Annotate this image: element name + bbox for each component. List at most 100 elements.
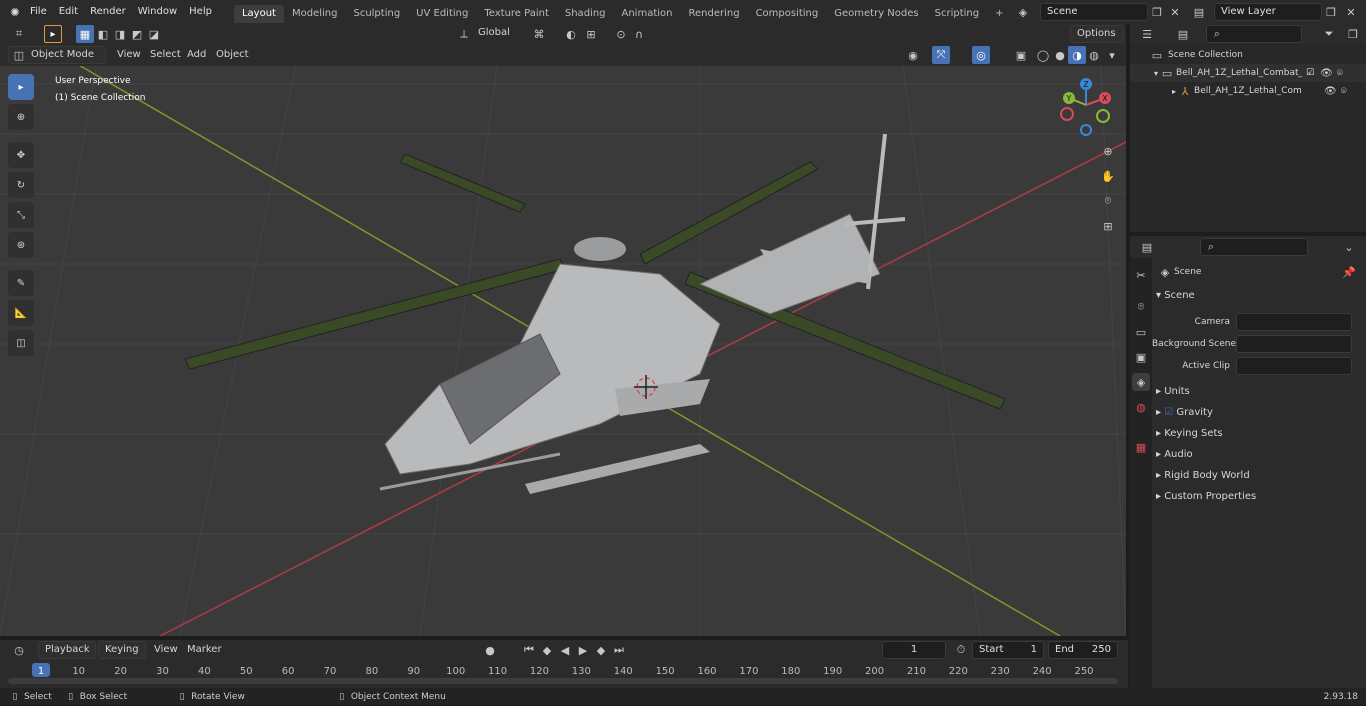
- tab-layout[interactable]: Layout: [233, 4, 284, 23]
- menu-select[interactable]: Select: [150, 49, 181, 60]
- visibility-icon[interactable]: ◉: [904, 46, 922, 64]
- tab-texture-paint[interactable]: Texture Paint: [476, 5, 557, 23]
- checkbox-icon[interactable]: ☑: [1306, 68, 1314, 78]
- play-reverse-icon[interactable]: ◀: [556, 641, 574, 659]
- transform-tool[interactable]: ⊛: [8, 232, 34, 258]
- rendered-shading-icon[interactable]: ◍: [1085, 46, 1103, 64]
- wireframe-shading-icon[interactable]: ◯: [1034, 46, 1052, 64]
- panel-keying-sets[interactable]: ▸ Keying Sets: [1156, 428, 1223, 439]
- menu-window[interactable]: Window: [132, 0, 183, 24]
- display-mode-icon[interactable]: ▤: [1174, 25, 1192, 43]
- background-scene-field[interactable]: [1236, 335, 1352, 353]
- menu-file[interactable]: File: [24, 0, 53, 24]
- gravity-checkbox[interactable]: ☑: [1164, 407, 1173, 418]
- delete-view-layer-icon[interactable]: ✕: [1342, 3, 1360, 21]
- rotate-tool[interactable]: ↻: [8, 172, 34, 198]
- render-tab-icon[interactable]: ⌾: [1132, 298, 1150, 316]
- options-dropdown[interactable]: Options: [1070, 25, 1124, 43]
- prev-keyframe-icon[interactable]: ◆: [538, 641, 556, 659]
- pan-hand-icon[interactable]: ✋: [1099, 167, 1117, 185]
- panel-units[interactable]: ▸ Units: [1156, 386, 1190, 397]
- record-icon[interactable]: ●: [481, 641, 499, 659]
- select-intersect-icon[interactable]: ◪: [145, 25, 163, 43]
- menu-edit[interactable]: Edit: [53, 0, 84, 24]
- jump-start-icon[interactable]: ⏮: [520, 641, 538, 659]
- scene-field[interactable]: Scene: [1040, 3, 1148, 21]
- panel-custom-properties[interactable]: ▸ Custom Properties: [1156, 491, 1256, 502]
- tab-scripting[interactable]: Scripting: [927, 5, 987, 23]
- cursor-tool[interactable]: ⊕: [8, 104, 34, 130]
- transform-orientation-dropdown[interactable]: Global: [472, 25, 524, 43]
- end-frame-field[interactable]: End 250: [1048, 641, 1118, 659]
- panel-rigid-body-world[interactable]: ▸ Rigid Body World: [1156, 470, 1250, 481]
- solid-shading-icon[interactable]: ●: [1051, 46, 1069, 64]
- gizmo-toggle-icon[interactable]: ⤧: [932, 46, 950, 64]
- select-extend-icon[interactable]: ◧: [94, 25, 112, 43]
- jump-end-icon[interactable]: ⏭: [610, 641, 628, 659]
- tool-tab-icon[interactable]: ✂: [1132, 266, 1150, 284]
- tab-shading[interactable]: Shading: [557, 5, 614, 23]
- helicopter-model[interactable]: [184, 133, 1006, 494]
- material-shading-icon[interactable]: ◑: [1068, 46, 1086, 64]
- current-frame-field[interactable]: 1: [882, 641, 946, 659]
- playback-menu[interactable]: Playback: [38, 641, 96, 659]
- section-scene[interactable]: ▾ Scene: [1156, 290, 1195, 301]
- tab-compositing[interactable]: Compositing: [748, 5, 827, 23]
- view-layer-field[interactable]: View Layer: [1214, 3, 1322, 21]
- editor-type-icon[interactable]: ⌗: [10, 25, 28, 43]
- navigation-gizmo[interactable]: Z X Y: [1055, 74, 1117, 136]
- tab-sculpting[interactable]: Sculpting: [345, 5, 408, 23]
- timeline-scrollbar[interactable]: [8, 678, 1118, 684]
- delete-scene-icon[interactable]: ✕: [1166, 3, 1184, 21]
- timeline-editor-icon[interactable]: ◷: [10, 641, 28, 659]
- outliner-row-scene-collection[interactable]: ▭ Scene Collection: [1130, 46, 1366, 64]
- keying-menu[interactable]: Keying: [98, 641, 146, 659]
- blender-logo-icon[interactable]: ✺: [6, 3, 24, 21]
- camera-icon[interactable]: ⌾: [1337, 68, 1343, 79]
- zoom-icon[interactable]: ⊕: [1099, 142, 1117, 160]
- 3d-viewport[interactable]: User Perspective (1) Scene Collection Z …: [0, 44, 1126, 636]
- outliner-editor-icon[interactable]: ☰: [1138, 25, 1156, 43]
- pivot-icon[interactable]: ⌘: [530, 25, 548, 43]
- xray-icon[interactable]: ▣: [1012, 46, 1030, 64]
- select-box-tool[interactable]: ▸: [8, 74, 34, 100]
- camera-view-icon[interactable]: ⌾: [1099, 192, 1117, 210]
- add-cube-tool[interactable]: ◫: [8, 330, 34, 356]
- eye-icon[interactable]: 👁: [1320, 68, 1333, 79]
- start-frame-field[interactable]: Start 1: [972, 641, 1044, 659]
- menu-add[interactable]: Add: [187, 49, 206, 60]
- outliner-row-collection[interactable]: ▾ ▭ Bell_AH_1Z_Lethal_Combat_I ☑ 👁 ⌾: [1130, 64, 1366, 82]
- select-box-icon[interactable]: ▦: [76, 25, 94, 43]
- outliner-row-object[interactable]: ▸ ⅄ Bell_AH_1Z_Lethal_Com 👁 ⌾: [1130, 82, 1366, 100]
- menu-help[interactable]: Help: [183, 0, 218, 24]
- scale-tool[interactable]: ⤡: [8, 202, 34, 228]
- active-clip-field[interactable]: [1236, 357, 1352, 375]
- camera-icon[interactable]: ⌾: [1341, 86, 1347, 97]
- scene-tab-icon[interactable]: ◈: [1132, 373, 1150, 391]
- next-keyframe-icon[interactable]: ◆: [592, 641, 610, 659]
- overlay-toggle-icon[interactable]: ◎: [972, 46, 990, 64]
- menu-render[interactable]: Render: [84, 0, 132, 24]
- tab-animation[interactable]: Animation: [614, 5, 681, 23]
- stopwatch-icon[interactable]: ⏱: [952, 641, 970, 659]
- snap-target-icon[interactable]: ⊞: [582, 25, 600, 43]
- marker-menu[interactable]: Marker: [187, 644, 222, 655]
- shading-options-icon[interactable]: ▾: [1103, 46, 1121, 64]
- tab-uv-editing[interactable]: UV Editing: [408, 5, 476, 23]
- move-tool[interactable]: ✥: [8, 142, 34, 168]
- play-icon[interactable]: ▶: [574, 641, 592, 659]
- menu-object[interactable]: Object: [216, 49, 249, 60]
- add-workspace-button[interactable]: +: [987, 5, 1011, 23]
- tab-modeling[interactable]: Modeling: [284, 5, 346, 23]
- tab-rendering[interactable]: Rendering: [680, 5, 747, 23]
- timeline-view-menu[interactable]: View: [154, 644, 178, 655]
- view-layer-icon[interactable]: ▤: [1190, 3, 1208, 21]
- snap-icon[interactable]: ◐: [562, 25, 580, 43]
- properties-editor-icon[interactable]: ▤: [1138, 238, 1156, 256]
- panel-gravity[interactable]: ▸ ☑ Gravity: [1156, 407, 1213, 418]
- chevron-down-icon[interactable]: ⌄: [1340, 238, 1358, 256]
- new-scene-icon[interactable]: ❐: [1148, 3, 1166, 21]
- select-tool-icon[interactable]: ▸: [44, 25, 62, 43]
- falloff-icon[interactable]: ∩: [630, 25, 648, 43]
- texture-tab-icon[interactable]: ▦: [1132, 438, 1150, 456]
